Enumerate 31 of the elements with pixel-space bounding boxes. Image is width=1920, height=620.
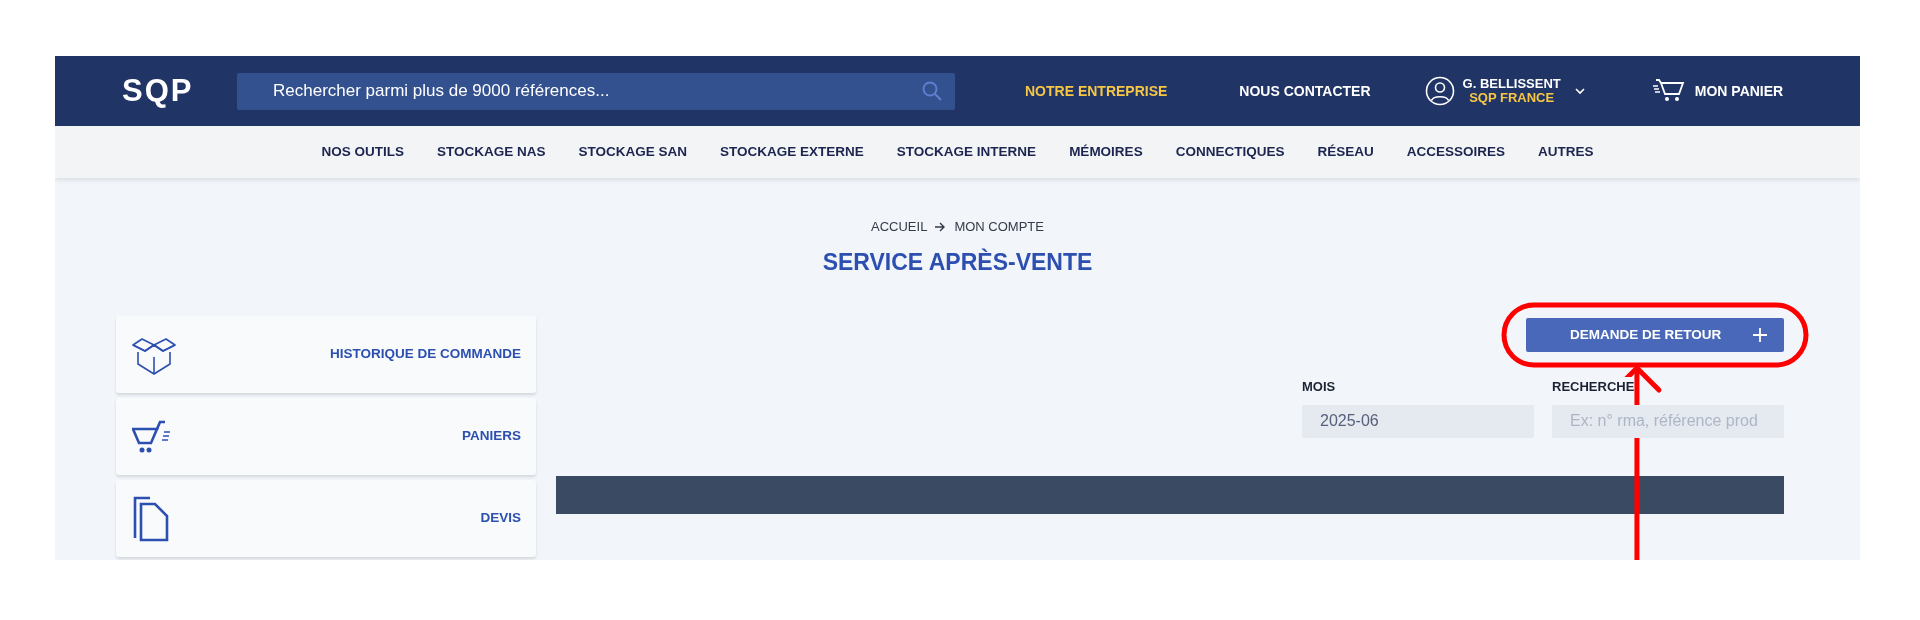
sidebar-item[interactable]: HISTORIQUE DE COMMANDE (116, 316, 536, 393)
category-link[interactable]: STOCKAGE EXTERNE (720, 141, 864, 163)
breadcrumb-link[interactable]: MON COMPTE (954, 217, 1044, 237)
company-name: SQP FRANCE (1468, 91, 1556, 106)
nav-link[interactable]: NOTRE ENTREPRISE (1025, 80, 1168, 102)
nav-link[interactable]: NOUS CONTACTER (1239, 80, 1371, 102)
arrow-right-icon (935, 221, 947, 232)
category-link[interactable]: AUTRES (1537, 141, 1594, 163)
cart-link[interactable]: MON PANIER (1694, 80, 1784, 102)
breadcrumb-link[interactable]: ACCUEIL (871, 217, 928, 237)
sidebar-item[interactable]: DEVIS (116, 480, 536, 557)
cart-icon[interactable] (1652, 78, 1685, 104)
category-link[interactable]: NOS OUTILS (321, 141, 405, 163)
search-field[interactable]: Rechercher parmi plus de 9000 références... (237, 72, 955, 110)
category-link[interactable]: ACCESSOIRES (1406, 141, 1505, 163)
category-link[interactable]: STOCKAGE INTERNE (896, 141, 1037, 163)
month-field[interactable]: 2025-06 (1302, 404, 1534, 438)
chevron-down-icon[interactable] (1574, 87, 1585, 95)
documents-icon (132, 495, 170, 542)
category-link[interactable]: CONNECTIQUES (1175, 141, 1285, 163)
category-link[interactable]: STOCKAGE NAS (437, 141, 546, 163)
category-link[interactable]: STOCKAGE SAN (578, 141, 688, 163)
logo[interactable]: SQP (122, 67, 237, 115)
user-icon[interactable] (1424, 76, 1455, 106)
sidebar-item[interactable]: PANIERS (116, 398, 536, 475)
category-link[interactable]: MÉMOIRES (1069, 141, 1143, 163)
page-title: SERVICE APRÈS-VENTE (822, 247, 1093, 277)
category-link[interactable]: RÉSEAU (1317, 141, 1374, 163)
return-request-button[interactable]: DEMANDE DE RETOUR (1526, 318, 1784, 352)
user-name[interactable]: G. BELLISSENT (1462, 76, 1561, 91)
plus-icon (1752, 327, 1768, 343)
